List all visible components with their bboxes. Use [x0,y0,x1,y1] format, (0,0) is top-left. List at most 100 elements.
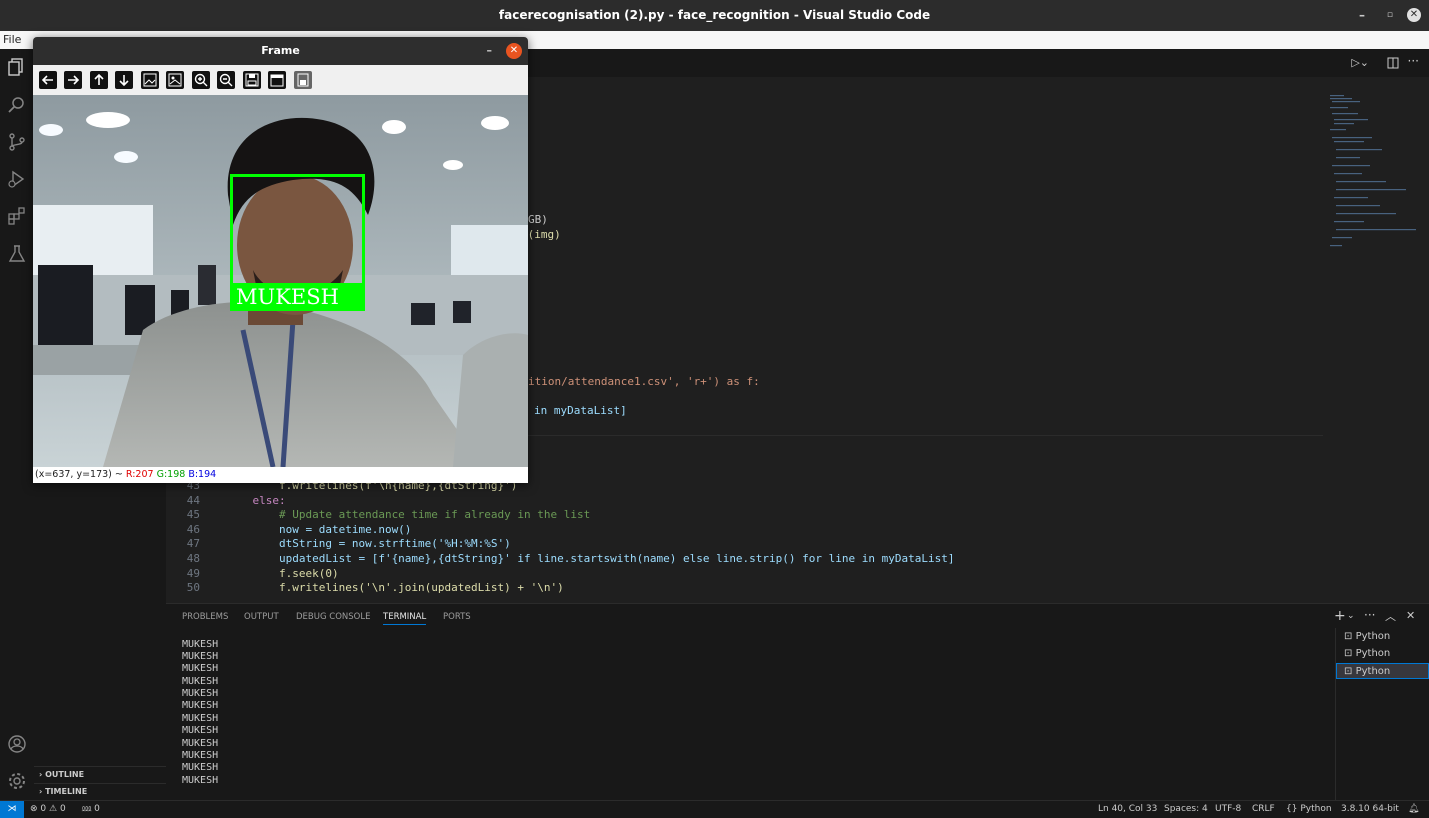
frame-minimize-icon[interactable]: – [487,37,493,65]
split-editor-icon[interactable] [1387,57,1399,69]
indentation[interactable]: Spaces: 4 [1164,801,1208,818]
more-actions-icon[interactable]: ··· [1408,54,1419,68]
terminal-list-item-active[interactable]: ⊡ Python [1336,663,1429,679]
code-line: now = datetime.now() [226,523,412,536]
pixel-coords: (x=637, y=173) ~ [35,469,123,480]
tab-output[interactable]: OUTPUT [244,612,279,622]
explorer-icon[interactable] [7,57,27,77]
frame-title-bar[interactable]: Frame – ✕ [33,37,528,65]
terminal-line: MUKESH [182,663,219,674]
tab-debug-console[interactable]: DEBUG CONSOLE [296,612,370,622]
close-window-icon[interactable]: ✕ [1407,8,1421,22]
pan-right-icon[interactable] [64,71,82,89]
minimap[interactable] [1328,93,1418,253]
run-file-icon[interactable]: ▷⌄ [1351,56,1369,69]
frame-close-icon[interactable]: ✕ [506,43,522,59]
bottom-panel: PROBLEMS OUTPUT DEBUG CONSOLE TERMINAL P… [166,603,1429,801]
zoom-out-icon[interactable] [217,71,235,89]
save-icon[interactable] [243,71,261,89]
terminal-line: MUKESH [182,725,219,736]
terminal-line: MUKESH [182,676,219,687]
activity-bar [0,49,34,800]
status-bar: ⋊ ⊗ 0 ⚠ 0 ⅏ 0 Ln 40, Col 33 Spaces: 4 UT… [0,800,1429,818]
pixel-green: G:198 [156,469,186,480]
close-panel-icon[interactable]: ✕ [1406,609,1415,622]
window-title-bar: facerecognisation (2).py - face_recognit… [0,0,1429,31]
code-line: dtString = now.strftime('%H:%M:%S') [226,537,511,550]
pixel-red: R:207 [125,469,154,480]
frame-pixel-status: (x=637, y=173) ~ R:207 G:198 B:194 [33,467,528,483]
camera-frame-image[interactable]: MUKESH [33,95,528,467]
terminal-line: MUKESH [182,713,219,724]
code-fragment: ition/attendance1.csv', 'r+') as f: [528,375,760,388]
tab-terminal[interactable]: TERMINAL [383,612,427,625]
ports-status[interactable]: ⅏ 0 [82,801,100,818]
line-number: 48 [186,552,200,565]
timeline-section[interactable]: › TIMELINE [34,783,166,800]
terminal-icon: ⊡ [1344,648,1353,659]
search-icon[interactable] [7,95,27,115]
remote-indicator-icon[interactable]: ⋊ [0,801,24,818]
line-number: 45 [186,508,200,521]
pixel-blue: B:194 [188,469,217,480]
image-icon[interactable] [141,71,159,89]
tab-problems[interactable]: PROBLEMS [182,612,228,622]
terminal-list-item[interactable]: ⊡ Python [1336,629,1429,645]
new-terminal-icon[interactable]: + [1334,608,1346,624]
extensions-icon[interactable] [7,206,27,226]
run-debug-icon[interactable] [7,169,27,189]
pan-up-icon[interactable] [90,71,108,89]
terminal-icon: ⊡ [1344,666,1353,677]
restore-icon[interactable]: ▫ [1387,0,1393,31]
face-label-background: MUKESH [230,283,365,311]
account-icon[interactable] [7,734,27,754]
terminal-line: MUKESH [182,738,219,749]
frame-window[interactable]: Frame – ✕ MUKESH (x=637, y=173) ~ R:207 … [33,37,528,483]
timeline-label: TIMELINE [45,787,88,796]
terminal-list-item[interactable]: ⊡ Python [1336,646,1429,662]
source-control-icon[interactable] [7,132,27,152]
line-number: 46 [186,523,200,536]
language-mode[interactable]: {} Python [1286,801,1332,818]
notifications-bell-icon[interactable]: 🔔︎ [1408,801,1419,818]
line-endings[interactable]: CRLF [1252,801,1275,818]
properties-icon[interactable] [268,71,286,89]
pan-left-icon[interactable] [39,71,57,89]
pan-down-icon[interactable] [115,71,133,89]
minimize-icon[interactable]: – [1359,0,1365,31]
face-label: MUKESH [236,285,339,309]
sticky-scroll-divider [528,435,1323,436]
code-line: # Update attendance time if already in t… [226,508,591,521]
line-number: 50 [186,581,200,594]
code-line: f.writelines('\n'.join(updatedList) + '\… [226,581,564,594]
terminal-line: MUKESH [182,700,219,711]
line-number: 44 [186,494,200,507]
cursor-position[interactable]: Ln 40, Col 33 [1098,801,1157,818]
problems-status[interactable]: ⊗ 0 ⚠ 0 [30,801,66,818]
more-actions-icon[interactable]: ··· [1364,608,1375,622]
terminal-line: MUKESH [182,750,219,761]
terminal-line: MUKESH [182,651,219,662]
code-fragment: in myDataList] [534,404,627,417]
python-interpreter[interactable]: 3.8.10 64-bit [1341,801,1399,818]
image-alt-icon[interactable] [166,71,184,89]
settings-gear-icon[interactable] [7,771,27,791]
tab-ports[interactable]: PORTS [443,612,471,622]
menu-file[interactable]: File [3,33,21,46]
line-number: 47 [186,537,200,550]
terminal-icon: ⊡ [1344,631,1353,642]
encoding[interactable]: UTF-8 [1215,801,1241,818]
code-line: f.seek(0) [226,567,339,580]
window-title: facerecognisation (2).py - face_recognit… [498,8,931,22]
code-line: updatedList = [f'{name},{dtString}' if l… [226,552,955,565]
line-number: 49 [186,567,200,580]
floppy-icon[interactable] [294,71,312,89]
testing-icon[interactable] [7,244,27,264]
terminal-line: MUKESH [182,775,219,786]
outline-section[interactable]: › OUTLINE [34,766,166,783]
maximize-panel-icon[interactable]: ︿ [1385,608,1396,624]
terminal-line: MUKESH [182,762,219,773]
chevron-down-icon[interactable]: ⌄ [1347,611,1355,621]
outline-label: OUTLINE [45,770,85,779]
zoom-in-icon[interactable] [192,71,210,89]
